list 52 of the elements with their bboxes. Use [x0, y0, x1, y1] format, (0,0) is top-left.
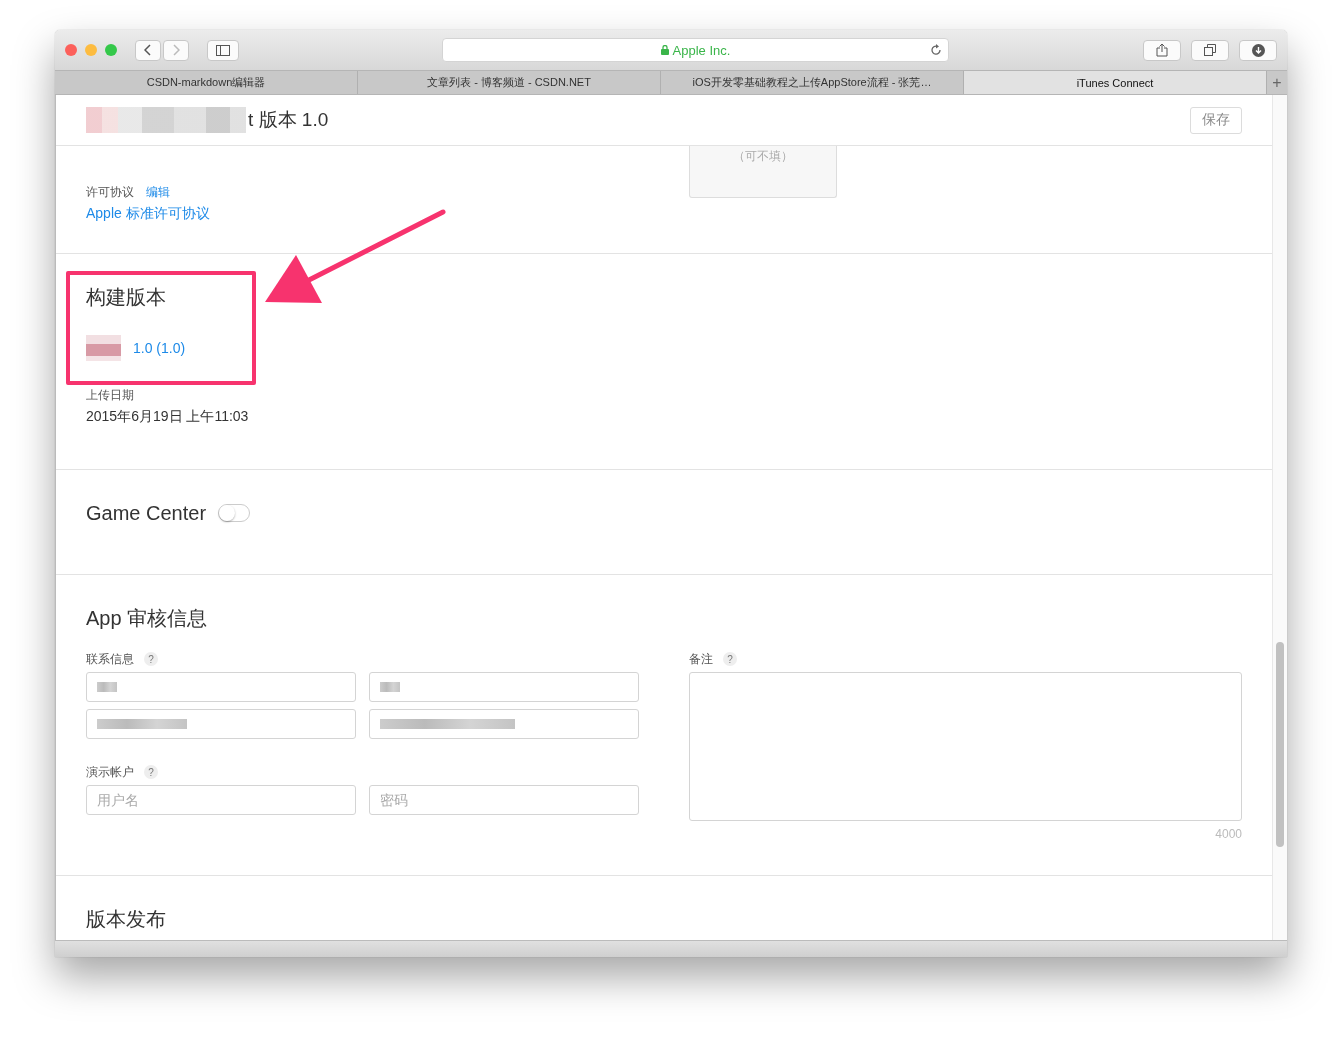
browser-tab[interactable]: iTunes Connect: [964, 71, 1267, 94]
downloads-button[interactable]: [1239, 39, 1277, 61]
scrollbar[interactable]: [1272, 95, 1287, 940]
chevron-right-icon: [172, 44, 180, 56]
lock-icon: [660, 45, 669, 55]
browser-tab[interactable]: 文章列表 - 博客频道 - CSDN.NET: [358, 71, 661, 94]
share-icon: [1156, 43, 1168, 57]
character-counter: 4000: [1214, 827, 1242, 841]
input-field[interactable]: 用户名: [86, 785, 356, 815]
input-field[interactable]: 密码: [369, 785, 639, 815]
help-icon[interactable]: ?: [723, 652, 737, 666]
screenshot-drop-area[interactable]: （可不填）: [689, 146, 837, 198]
notes-field[interactable]: [689, 672, 1242, 821]
forward-button[interactable]: [163, 39, 189, 61]
game-center-toggle[interactable]: [218, 504, 251, 522]
phone-field[interactable]: [86, 709, 356, 739]
share-button[interactable]: [1143, 39, 1181, 61]
sidebar-button[interactable]: [207, 39, 239, 61]
notes-label: 备注: [689, 650, 713, 668]
upload-date-label: 上传日期: [86, 387, 135, 404]
contact-label: 联系信息: [86, 650, 134, 668]
tabs-button[interactable]: [1191, 39, 1229, 61]
minimize-icon[interactable]: [85, 44, 97, 56]
license-link[interactable]: Apple 标准许可协议: [86, 205, 639, 223]
license-label: 许可协议: [86, 183, 134, 201]
chevron-left-icon: [144, 44, 152, 56]
zoom-icon[interactable]: [105, 44, 117, 56]
build-link[interactable]: 1.0 (1.0): [133, 340, 186, 356]
tabs-icon: [1204, 44, 1216, 56]
blurred-app-icon: [86, 335, 121, 361]
help-icon[interactable]: ?: [144, 652, 158, 666]
review-title: App 审核信息: [86, 606, 209, 631]
page-title: t 版本 1.0: [248, 108, 329, 132]
address-bar[interactable]: Apple Inc.: [442, 38, 949, 62]
game-center-label: Game Center: [86, 501, 207, 525]
edit-link[interactable]: 编辑: [146, 183, 170, 201]
download-icon: [1251, 43, 1265, 57]
upload-date: 2015年6月19日 上午11:03: [86, 408, 250, 426]
reload-icon[interactable]: [930, 44, 942, 56]
demo-account-label: 演示帐户: [86, 763, 134, 781]
browser-tab[interactable]: CSDN-markdown编辑器: [55, 71, 358, 94]
build-title: 构建版本: [86, 285, 167, 310]
email-field[interactable]: [369, 709, 639, 739]
release-title: 版本发布: [86, 907, 167, 932]
sidebar-icon: [216, 44, 230, 56]
last-name-field[interactable]: [369, 672, 639, 702]
back-button[interactable]: [135, 39, 161, 61]
blurred-text: [97, 682, 117, 692]
close-icon[interactable]: [65, 44, 77, 56]
blurred-text: [380, 682, 400, 692]
help-icon[interactable]: ?: [144, 765, 158, 779]
first-name-field[interactable]: [86, 672, 356, 702]
